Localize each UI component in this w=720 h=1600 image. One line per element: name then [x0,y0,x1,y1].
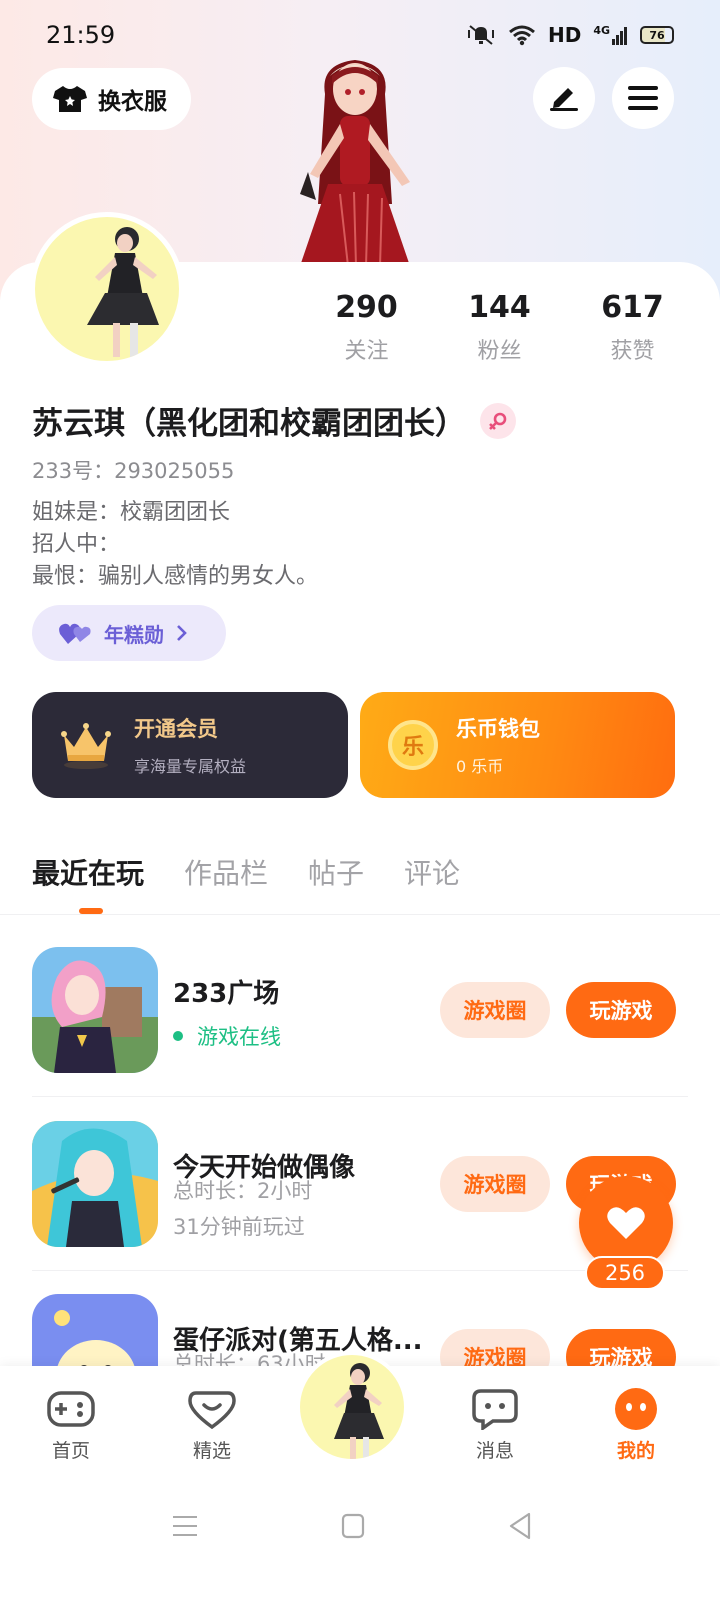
chevron-right-icon [177,625,187,641]
profile-nickname: 苏云琪（黑化团和校霸团团长） [32,406,466,442]
like-count: 256 [585,1256,665,1290]
bio-line: 最恨：骗别人感情的男女人。 [32,564,319,589]
coin-glyph: 乐 [401,735,424,760]
edit-profile-button[interactable] [533,67,595,129]
status-icons: HD 4G 76 [466,23,674,47]
battery-icon: 76 [640,26,674,44]
nav-home-label: 首页 [51,1440,90,1462]
wifi-icon [509,25,535,46]
tab-posts[interactable]: 帖子 [308,852,364,892]
back-icon[interactable] [508,1512,532,1540]
gamepad-icon [31,1386,111,1432]
stat-followers[interactable]: 144 粉丝 [433,290,566,365]
female-gender-icon [480,402,516,439]
vip-membership-card[interactable]: 开通会员 享海量专属权益 [32,692,348,798]
avatar-figure [334,1363,384,1459]
character-3d-avatar[interactable] [270,54,440,266]
badge-label: 年糕勋 [104,622,164,647]
coin-icon: 乐 [388,720,438,770]
tab-divider [0,914,720,915]
crown-icon [61,723,111,769]
home-icon[interactable] [341,1513,365,1539]
menu-button[interactable] [612,67,674,129]
double-heart-icon [59,623,91,644]
tab-works[interactable]: 作品栏 [184,852,268,892]
heart-icon [607,1207,645,1239]
nav-me[interactable]: 我的 [596,1386,676,1463]
stat-followers-value: 144 [468,290,531,325]
bio-line: 招人中： [32,532,121,557]
tshirt-icon [53,86,87,112]
game-circle-button[interactable]: 游戏圈 [440,982,550,1038]
signal-icon [612,27,627,45]
nav-home[interactable]: 首页 [31,1386,111,1463]
wallet-balance: 0 乐币 [456,757,504,776]
game-icon-idol[interactable] [32,1121,158,1247]
mute-vibrate-icon [467,25,494,45]
coin-wallet-card[interactable]: 乐 乐币钱包 0 乐币 [360,692,675,798]
play-game-button[interactable]: 玩游戏 [566,982,676,1038]
online-status-text: 游戏在线 [197,1025,281,1049]
network-type: HD [547,23,582,47]
vip-text: 开通会员 享海量专属权益 [134,713,246,777]
pencil-icon [550,88,578,111]
system-navigation-bar [0,1482,720,1600]
stat-likes[interactable]: 617 获赞 [566,290,699,365]
signal-label: 4G [593,24,610,37]
game-play-duration: 总时长：2小时 [173,1179,313,1203]
vip-subtitle: 享海量专属权益 [134,757,247,776]
nav-me-label: 我的 [616,1440,655,1462]
change-outfit-button[interactable]: 换衣服 [32,68,191,130]
stat-following-label: 关注 [344,339,389,364]
row-divider [32,1096,688,1097]
wallet-text: 乐币钱包 0 乐币 [456,713,540,777]
stat-likes-label: 获赞 [610,339,655,364]
signal-indicator: 4G [593,25,628,45]
game-online-status: 游戏在线 [173,1021,281,1051]
nav-messages[interactable]: 消息 [455,1386,535,1463]
profile-avatar[interactable] [30,212,184,366]
recent-apps-icon[interactable] [172,1514,198,1538]
wallet-title: 乐币钱包 [456,717,540,741]
heart-chat-icon [172,1386,252,1432]
nav-featured-label: 精选 [192,1440,231,1462]
status-time: 21:59 [46,21,116,49]
profile-tabs: 最近在玩 作品栏 帖子 评论 [32,852,460,892]
nav-avatar-button[interactable] [296,1351,408,1463]
game-circle-button[interactable]: 游戏圈 [440,1156,550,1212]
game-name: 233广场 [173,979,280,1009]
stat-likes-value: 617 [601,290,664,325]
game-last-played: 31分钟前玩过 [173,1215,305,1239]
battery-level: 76 [649,28,665,42]
nav-messages-label: 消息 [475,1440,514,1462]
profile-stats: 290 关注 144 粉丝 617 获赞 [300,290,700,365]
stat-followers-label: 粉丝 [477,339,522,364]
change-outfit-label: 换衣服 [98,89,167,115]
game-list-item[interactable]: 233广场 游戏在线 游戏圈 玩游戏 [32,947,688,1077]
profile-face-icon [596,1386,676,1432]
profile-nickname-row: 苏云琪（黑化团和校霸团团长） [32,398,516,443]
stat-following-value: 290 [335,290,398,325]
avatar-figure [87,227,159,357]
profile-uid[interactable]: 233号：293025055 [32,455,234,485]
vip-title: 开通会员 [134,717,218,741]
online-dot-icon [173,1031,183,1041]
tab-recently-played[interactable]: 最近在玩 [32,852,144,892]
message-icon [455,1386,535,1432]
stat-following[interactable]: 290 关注 [300,290,433,365]
profile-bio: 姐妹是：校霸团团长 招人中： 最恨：骗别人感情的男女人。 [32,497,318,593]
game-icon-233-plaza[interactable] [32,947,158,1073]
badge-button[interactable]: 年糕勋 [32,605,226,661]
hamburger-menu-icon [628,86,658,110]
nav-featured[interactable]: 精选 [172,1386,252,1463]
tab-comments[interactable]: 评论 [404,852,460,892]
bio-line: 姐妹是：校霸团团长 [32,500,231,525]
